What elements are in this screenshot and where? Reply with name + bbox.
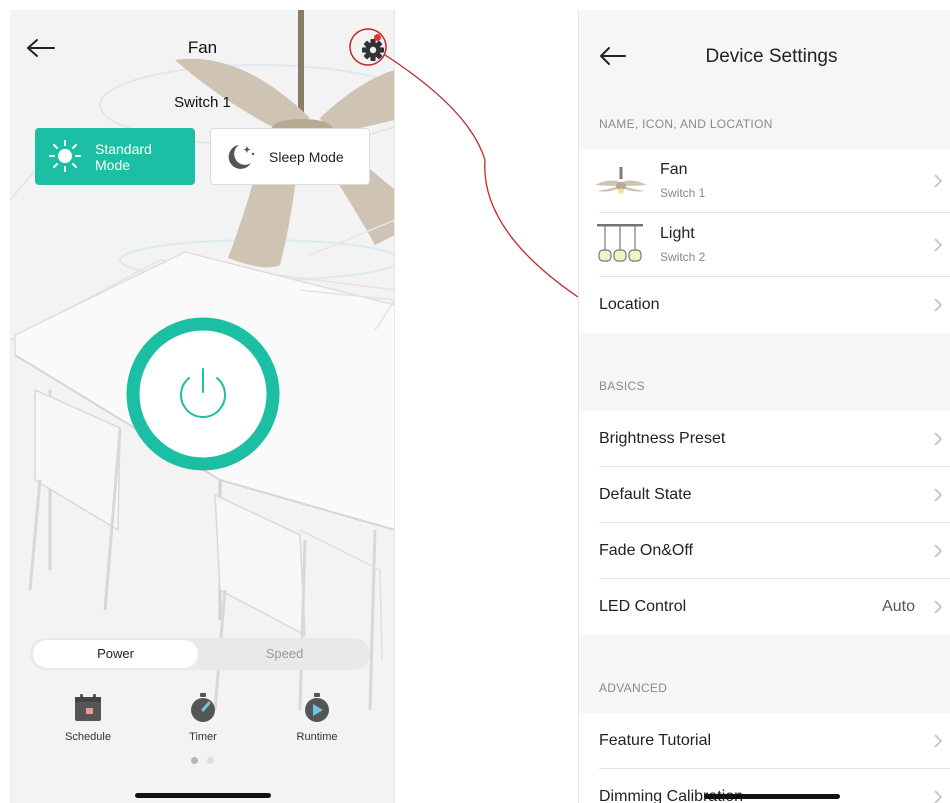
default-state-label: Default State: [599, 486, 692, 503]
settings-row-default-state[interactable]: Default State: [579, 467, 950, 523]
runtime-button[interactable]: Runtime: [277, 693, 357, 743]
speed-tab[interactable]: Speed: [202, 640, 367, 668]
device-name-fan: Fan: [660, 161, 688, 178]
chevron-right-icon: [934, 600, 943, 614]
page-dot: [207, 757, 214, 764]
section-header-advanced: ADVANCED: [599, 681, 668, 695]
sleep-mode-label: Sleep Mode: [269, 149, 344, 165]
device-sub-switch-1: Switch 1: [660, 186, 706, 200]
calendar-icon: [75, 694, 101, 721]
page-dot-active: [191, 757, 198, 764]
chevron-right-icon: [934, 298, 943, 312]
device-sub-switch-2: Switch 2: [660, 250, 706, 264]
pendant-light-icon: [597, 224, 643, 262]
home-indicator: [704, 794, 840, 799]
timer-button[interactable]: Timer: [163, 693, 243, 743]
chevron-right-icon: [934, 544, 943, 558]
standard-mode-button[interactable]: Standard Mode: [35, 128, 195, 185]
notification-dot: [374, 34, 381, 41]
home-indicator: [135, 793, 271, 798]
schedule-label: Schedule: [65, 731, 111, 743]
settings-gear-icon[interactable]: [358, 35, 388, 65]
fade-on-off-label: Fade On&Off: [599, 542, 693, 559]
timer-label: Timer: [189, 731, 217, 743]
led-control-value: Auto: [882, 598, 915, 615]
section-header-name-icon-location: NAME, ICON, AND LOCATION: [599, 117, 773, 131]
fan-control-screen: Fan Switch 1 Standard Mode Sleep Mode Po…: [10, 10, 395, 803]
brightness-preset-label: Brightness Preset: [599, 430, 726, 447]
moon-stars-icon: [228, 145, 255, 169]
power-speed-segmented-control: Power Speed: [30, 638, 370, 670]
runtime-icon: [305, 693, 329, 722]
stopwatch-icon: [191, 693, 215, 722]
settings-row-led-control[interactable]: LED Control Auto: [579, 579, 950, 635]
switch-label: Switch 1: [174, 94, 231, 111]
standard-mode-label-line1: Standard: [95, 141, 152, 157]
sun-icon: [49, 140, 81, 172]
settings-row-fade-on-off[interactable]: Fade On&Off: [579, 523, 950, 579]
chevron-right-icon: [934, 238, 943, 252]
settings-row-light[interactable]: Light Switch 2: [579, 213, 950, 277]
power-button[interactable]: [125, 316, 281, 472]
feature-tutorial-label: Feature Tutorial: [599, 732, 712, 749]
chevron-right-icon: [934, 174, 943, 188]
standard-mode-label-line2: Mode: [95, 157, 131, 173]
chevron-right-icon: [934, 488, 943, 502]
power-tab[interactable]: Power: [33, 640, 198, 668]
settings-row-feature-tutorial[interactable]: Feature Tutorial: [579, 713, 950, 769]
sleep-mode-button[interactable]: Sleep Mode: [210, 128, 370, 185]
device-name-light: Light: [660, 225, 695, 242]
page-title: Device Settings: [705, 46, 838, 67]
chevron-right-icon: [934, 432, 943, 446]
runtime-label: Runtime: [296, 731, 338, 743]
callout-line: [384, 54, 579, 298]
chevron-right-icon: [934, 734, 943, 748]
settings-row-location[interactable]: Location: [579, 277, 950, 333]
ceiling-fan-icon: [595, 167, 647, 194]
location-label: Location: [599, 296, 660, 313]
section-header-basics: BASICS: [599, 379, 645, 393]
settings-row-brightness-preset[interactable]: Brightness Preset: [579, 411, 950, 467]
page-title: Fan: [187, 38, 218, 57]
led-control-label: LED Control: [599, 598, 687, 615]
chevron-right-icon: [934, 790, 943, 803]
device-settings-screen: Device Settings NAME, ICON, AND LOCATION…: [578, 10, 950, 803]
schedule-button[interactable]: Schedule: [48, 693, 128, 743]
settings-row-fan[interactable]: Fan Switch 1: [579, 149, 950, 213]
